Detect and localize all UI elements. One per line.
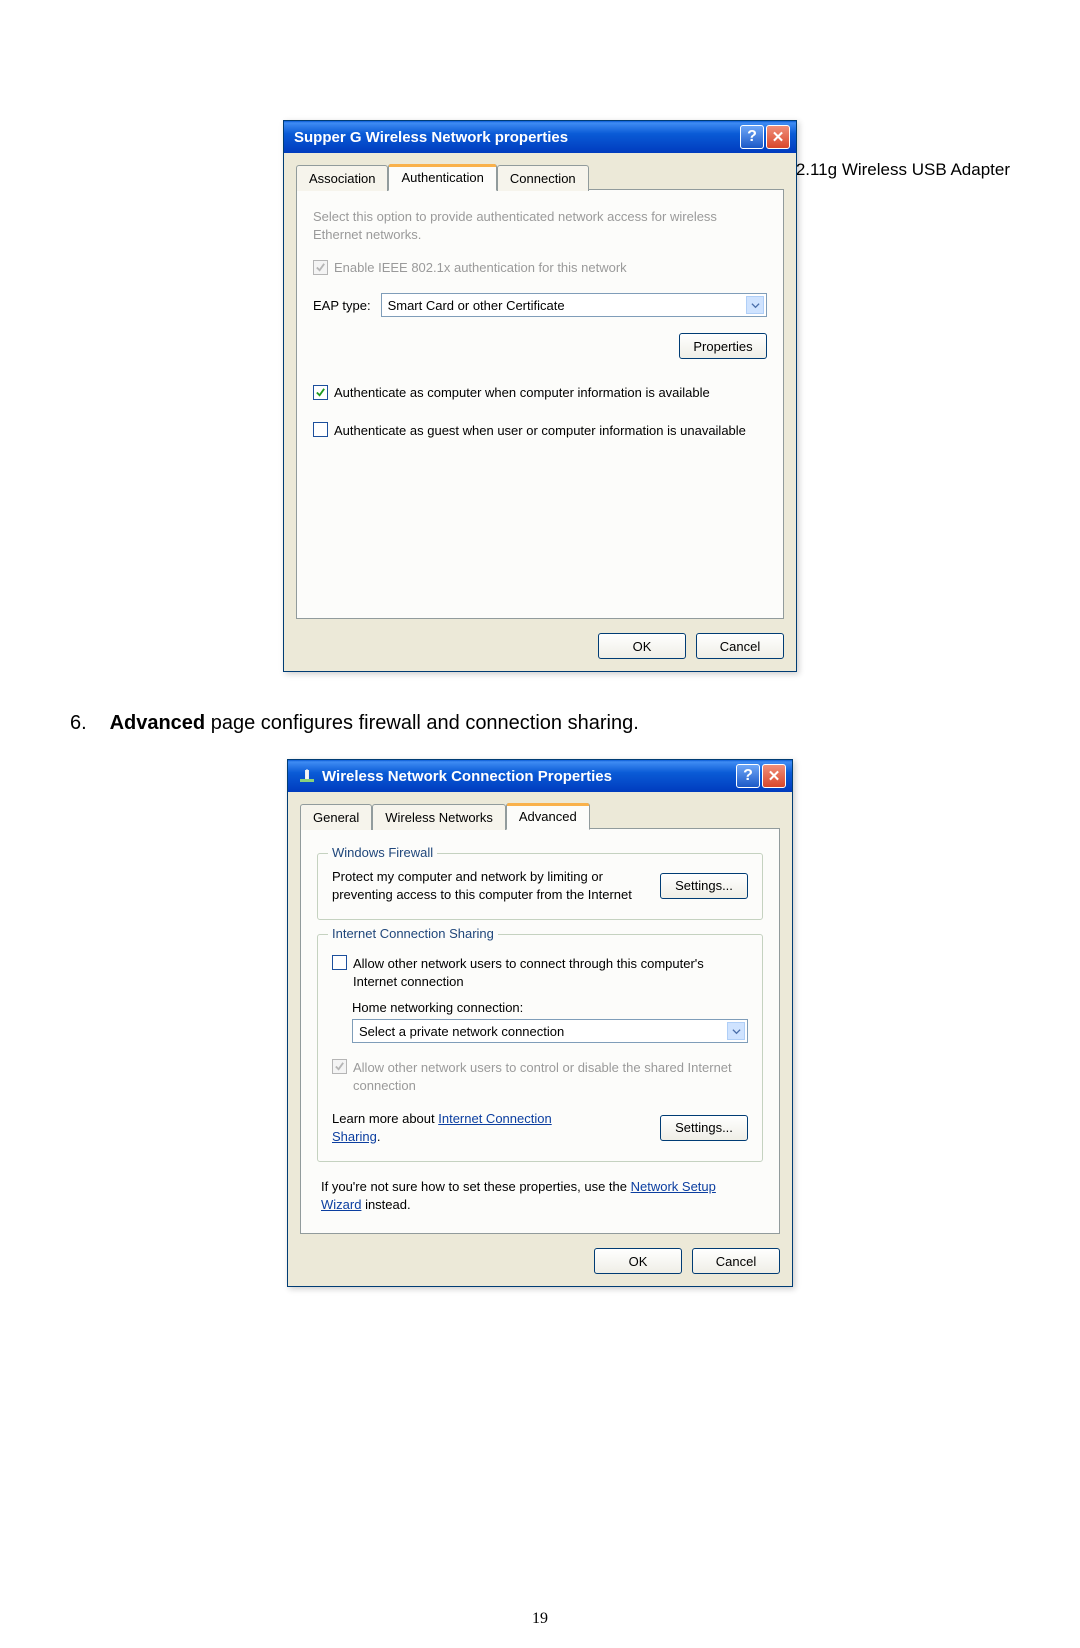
tab-wireless-networks[interactable]: Wireless Networks [372,804,506,830]
firewall-settings-button[interactable]: Settings... [660,873,748,899]
checkbox-box [332,955,347,970]
tab-authentication[interactable]: Authentication [388,164,496,191]
step-6-text: 6. Advanced page configures firewall and… [70,712,1080,735]
dialog-title: Supper G Wireless Network properties [294,129,738,146]
help-button[interactable]: ? [740,125,764,149]
chevron-down-icon [727,1022,745,1040]
checkbox-box [313,260,328,275]
fieldset-legend: Internet Connection Sharing [328,926,498,941]
chevron-down-icon [746,296,764,314]
combo-value: Smart Card or other Certificate [388,298,565,313]
link-sharing[interactable]: Sharing [332,1129,377,1144]
step-boldword: Advanced [110,712,206,734]
checkbox-label: Allow other network users to connect thr… [353,955,748,990]
close-button[interactable]: ✕ [762,764,786,788]
checkbox-allow-control[interactable]: Allow other network users to control or … [332,1059,748,1094]
checkbox-label: Allow other network users to control or … [353,1059,748,1094]
ics-settings-button[interactable]: Settings... [660,1115,748,1141]
tab-association[interactable]: Association [296,165,388,191]
step-number: 6. [70,712,104,735]
eap-type-combo[interactable]: Smart Card or other Certificate [381,293,767,317]
fieldset-windows-firewall: Windows Firewall Protect my computer and… [317,853,763,920]
checkbox-auth-as-guest[interactable]: Authenticate as guest when user or compu… [313,422,767,440]
tab-advanced[interactable]: Advanced [506,803,590,830]
tab-connection[interactable]: Connection [497,165,589,191]
dialog-title: Wireless Network Connection Properties [322,768,734,785]
intro-text: Select this option to provide authentica… [313,208,767,244]
checkbox-enable-8021x[interactable]: Enable IEEE 802.1x authentication for th… [313,260,767,275]
ok-button[interactable]: OK [594,1248,682,1274]
tab-strip: General Wireless Networks Advanced [300,802,780,829]
checkbox-box [332,1059,347,1074]
page-header: 802.11g Wireless USB Adapter [777,160,1010,180]
link-internet-connection[interactable]: Internet Connection [438,1111,551,1126]
home-networking-combo[interactable]: Select a private network connection [352,1019,748,1043]
firewall-text: Protect my computer and network by limit… [332,868,648,903]
page-number: 19 [532,1610,548,1628]
tab-general[interactable]: General [300,804,372,830]
eap-type-label: EAP type: [313,298,371,313]
checkbox-label: Authenticate as guest when user or compu… [334,422,746,440]
fieldset-legend: Windows Firewall [328,845,437,860]
tab-panel: Select this option to provide authentica… [296,189,784,619]
properties-button[interactable]: Properties [679,333,767,359]
checkbox-allow-connect[interactable]: Allow other network users to connect thr… [332,955,748,990]
close-button[interactable]: ✕ [766,125,790,149]
wireless-icon [298,767,316,785]
step-rest: page configures firewall and connection … [205,712,639,734]
checkbox-box [313,385,328,400]
fieldset-ics: Internet Connection Sharing Allow other … [317,934,763,1162]
checkbox-box [313,422,328,437]
tab-panel: Windows Firewall Protect my computer and… [300,828,780,1234]
tab-strip: Association Authentication Connection [296,163,784,190]
cancel-button[interactable]: Cancel [696,633,784,659]
footer-note: If you're not sure how to set these prop… [321,1178,759,1213]
titlebar: Wireless Network Connection Properties ?… [288,760,792,792]
checkbox-label: Authenticate as computer when computer i… [334,385,710,400]
learn-more-text: Learn more about Internet Connection Sha… [332,1110,648,1145]
dialog-authentication: Supper G Wireless Network properties ? ✕… [283,120,797,672]
checkbox-auth-as-computer[interactable]: Authenticate as computer when computer i… [313,385,767,400]
dialog-connection-properties: Wireless Network Connection Properties ?… [287,759,793,1287]
titlebar: Supper G Wireless Network properties ? ✕ [284,121,796,153]
cancel-button[interactable]: Cancel [692,1248,780,1274]
ok-button[interactable]: OK [598,633,686,659]
help-button[interactable]: ? [736,764,760,788]
home-networking-label: Home networking connection: [352,1000,748,1015]
combo-value: Select a private network connection [359,1024,564,1039]
checkbox-label: Enable IEEE 802.1x authentication for th… [334,260,627,275]
